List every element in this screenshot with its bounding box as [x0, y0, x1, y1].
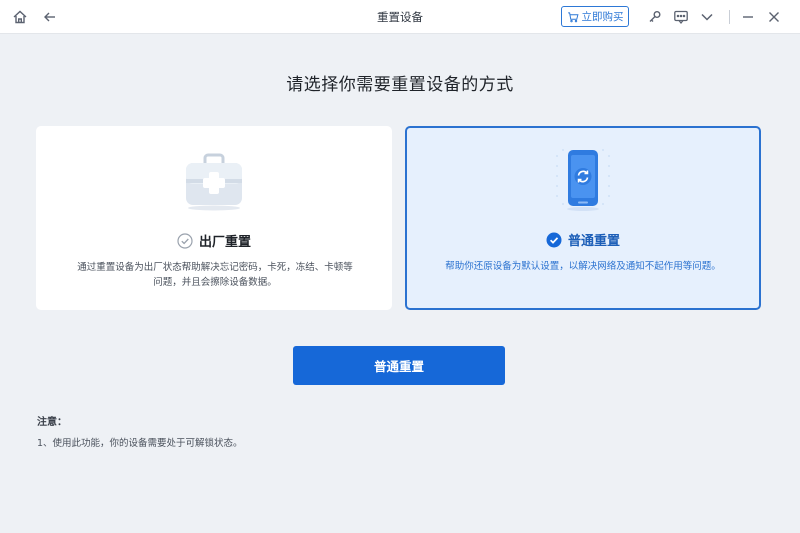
chevron-down-icon[interactable]	[697, 7, 717, 27]
home-icon[interactable]	[10, 7, 30, 27]
cart-icon	[567, 11, 578, 22]
factory-reset-description: 通过重置设备为出厂状态帮助解决忘记密码，卡死，冻结、卡顿等问题，并且会擦除设备数…	[77, 262, 353, 288]
factory-reset-title-row: 出厂重置	[37, 231, 391, 250]
normal-reset-option-card[interactable]: 普通重置 帮助你还原设备为默认设置，以解决网络及通知不起作用等问题。	[405, 126, 761, 310]
title-bar-divider	[729, 10, 730, 24]
key-icon[interactable]	[645, 7, 665, 27]
factory-reset-title: 出厂重置	[198, 235, 251, 250]
normal-reset-description: 帮助你还原设备为默认设置，以解决网络及通知不起作用等问题。	[445, 261, 721, 272]
feedback-icon[interactable]	[671, 7, 691, 27]
buy-now-label: 立即购买	[581, 11, 624, 23]
minimize-icon[interactable]	[738, 7, 758, 27]
normal-reset-title-row: 普通重置	[407, 230, 759, 249]
toolbox-icon	[186, 153, 242, 211]
notes-item: 1、使用此功能，你的设备需要处于可解锁状态。	[37, 438, 243, 449]
page-heading: 请选择你需要重置设备的方式	[286, 75, 514, 95]
checked-circle-icon[interactable]	[546, 232, 562, 248]
notes-title: 注意：	[37, 417, 67, 428]
back-arrow-icon[interactable]	[40, 7, 60, 27]
title-bar: 重置设备 立即购买	[0, 0, 800, 34]
buy-now-button[interactable]: 立即购买	[561, 6, 629, 27]
unchecked-circle-icon[interactable]	[177, 232, 193, 249]
start-reset-button[interactable]: 普通重置	[293, 346, 505, 385]
title-bar-right-controls	[645, 7, 790, 27]
phone-reset-icon	[556, 149, 610, 211]
normal-reset-title: 普通重置	[567, 234, 620, 249]
close-icon[interactable]	[764, 7, 784, 27]
factory-reset-option-card[interactable]: 出厂重置 通过重置设备为出厂状态帮助解决忘记密码，卡死，冻结、卡顿等问题，并且会…	[36, 126, 392, 310]
title-bar-left-controls	[10, 7, 60, 27]
